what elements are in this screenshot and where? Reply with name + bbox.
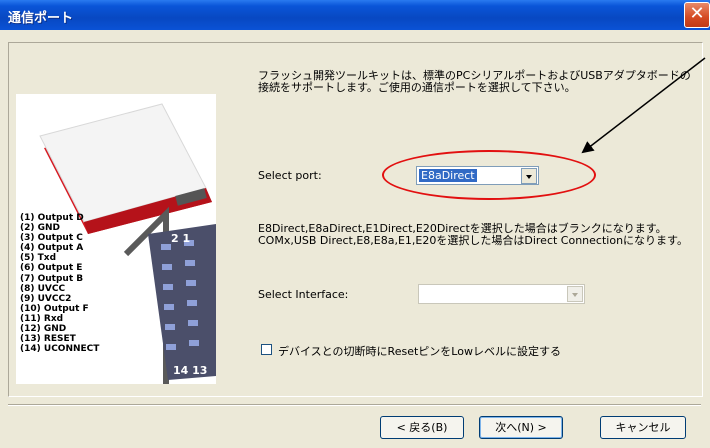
reset-checkbox[interactable]: [261, 344, 272, 355]
pin-legend-item: (7) Output B: [20, 273, 84, 284]
reset-checkbox-label: デバイスとの切断時にResetピンをLowレベルに設定する: [278, 345, 561, 358]
pin-legend-item: (8) UVCC: [20, 283, 66, 294]
select-port-label: Select port:: [258, 169, 322, 182]
pin-legend-item: (11) Rxd: [20, 313, 64, 324]
pin-legend-item: (4) Output A: [20, 243, 84, 254]
pin-legend-item: (10) Output F: [20, 303, 89, 314]
interface-select[interactable]: [418, 284, 585, 304]
pin-legend-item: (14) UCONNECT: [20, 344, 100, 355]
select-interface-label: Select Interface:: [258, 288, 349, 301]
back-button[interactable]: < 戻る(B): [380, 416, 464, 439]
separator: [8, 404, 701, 406]
description-text: フラッシュ開発ツールキットは、標準のPCシリアルポートおよびUSBアダプタボード…: [258, 69, 691, 94]
pin-legend-item: (3) Output C: [20, 233, 83, 244]
connector: [148, 224, 216, 380]
window-title: 通信ポート: [8, 11, 74, 26]
next-button[interactable]: 次へ(N) >: [479, 416, 563, 439]
connector-bottom-label: 14 13: [173, 364, 207, 377]
port-select[interactable]: E8aDirect: [416, 166, 539, 185]
chevron-down-icon[interactable]: [521, 168, 537, 184]
connection-hint: E8Direct,E8aDirect,E1Direct,E20Directを選択…: [258, 222, 688, 247]
pin-legend-item: (5) Txd: [20, 253, 57, 264]
close-icon: ✕: [689, 3, 705, 24]
port-select-value: E8aDirect: [419, 169, 477, 182]
pin-legend-item: (2) GND: [20, 223, 61, 234]
pin-legend-item: (9) UVCC2: [20, 293, 72, 304]
title-bar: 通信ポート ✕: [0, 0, 710, 30]
pin-legend: (1) Output D (2) GND (3) Output C (4) Outpu…: [20, 213, 99, 354]
connector-top-label: 2 1: [171, 232, 190, 245]
chevron-down-icon[interactable]: [567, 286, 583, 302]
pin-legend-item: (1) Output D: [20, 213, 84, 223]
close-button[interactable]: ✕: [684, 2, 710, 28]
pin-legend-item: (13) RESET: [20, 334, 76, 345]
pin-legend-item: (6) Output E: [20, 263, 83, 274]
dialog-window: 通信ポート ✕ 2 1 14 13 (1) Output D (2) GND (…: [0, 0, 710, 448]
pin-legend-item: (12) GND: [20, 324, 67, 335]
cancel-button[interactable]: キャンセル: [600, 416, 686, 439]
